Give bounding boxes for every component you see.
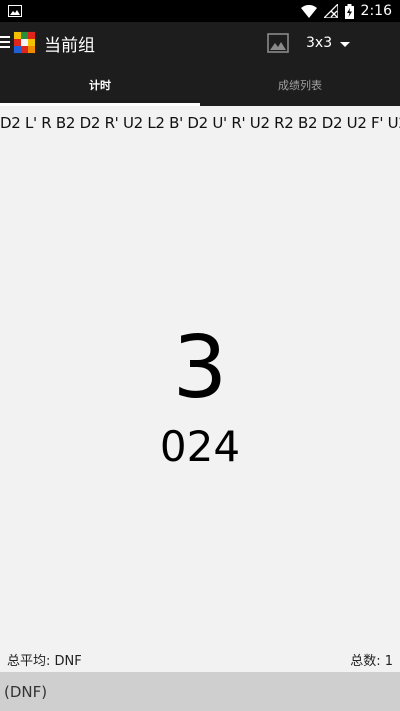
puzzle-type-label: 3x3 <box>306 35 333 51</box>
battery-charging-icon <box>344 3 354 19</box>
status-bar-right: 2:16 <box>300 3 392 19</box>
result-bar[interactable]: (DNF) <box>0 672 400 711</box>
timer-seconds[interactable]: 3 <box>0 322 400 414</box>
stats-row: 总平均: DNF 总数: 1 <box>0 648 400 669</box>
tab-results-list[interactable]: 成绩列表 <box>200 64 400 106</box>
no-signal-icon <box>323 4 338 18</box>
timer-milliseconds[interactable]: 024 <box>0 422 400 472</box>
status-time: 2:16 <box>360 3 392 19</box>
rubiks-cube-logo[interactable] <box>13 31 36 54</box>
scramble-text[interactable]: D2 L' R B2 D2 R' U2 L2 B' D2 U' R' U2 R2… <box>0 114 400 132</box>
image-icon[interactable] <box>267 32 289 54</box>
app-bar: 当前组 3x3 <box>0 22 400 64</box>
status-bar: 2:16 <box>0 0 400 22</box>
solve-count: 总数: 1 <box>350 654 393 669</box>
puzzle-type-select[interactable]: 3x3 <box>306 28 366 58</box>
image-notification-icon <box>8 5 22 17</box>
status-bar-left <box>8 5 22 17</box>
wifi-icon <box>300 4 317 18</box>
tab-timer[interactable]: 计时 <box>0 64 200 106</box>
overall-average: 总平均: DNF <box>7 654 82 669</box>
menu-icon[interactable] <box>0 34 10 50</box>
dropdown-caret-icon <box>340 41 351 47</box>
tab-bar: 计时 成绩列表 <box>0 64 400 106</box>
app-title: 当前组 <box>44 36 95 56</box>
last-result: (DNF) <box>4 682 48 701</box>
